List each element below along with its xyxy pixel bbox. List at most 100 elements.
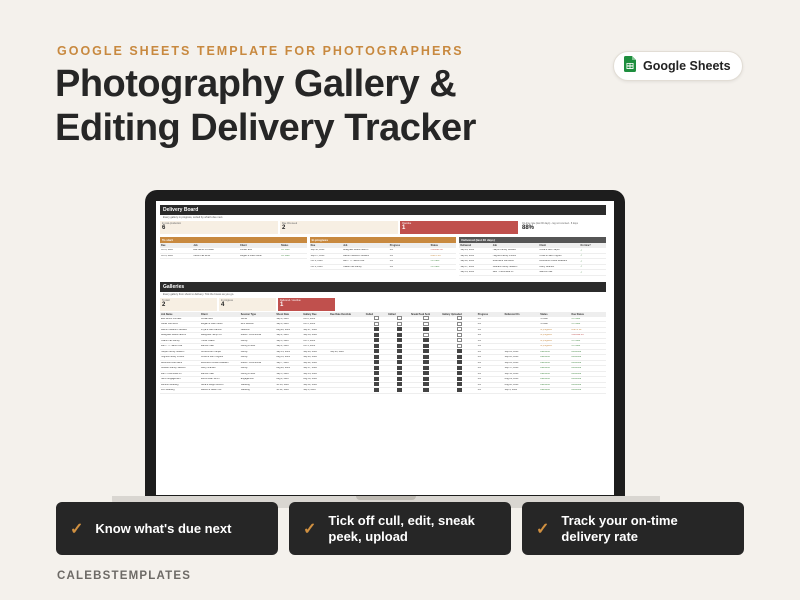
checkbox[interactable] [396,316,402,321]
checkbox[interactable] [456,376,463,381]
checkbox[interactable] [423,382,429,387]
checkbox[interactable] [423,365,429,370]
checkbox[interactable] [396,343,402,348]
panel-cell: Oct 6, 2026 [161,254,173,257]
panel-cell: ✓ [580,271,583,274]
checkbox[interactable] [373,360,380,365]
column-header: Delivered On [504,312,520,316]
panel-cell: Sep 14, 2026 [460,271,475,274]
checkbox[interactable] [373,321,380,326]
laptop-notch [356,496,416,500]
checkbox[interactable] [396,327,402,332]
checkbox[interactable] [456,354,463,359]
gallery-cell: Iden - 77 Harbor Ave [161,345,183,348]
checkbox[interactable] [396,349,402,354]
checkbox[interactable] [423,332,429,337]
check-icon: ✓ [536,520,550,538]
checkbox[interactable] [456,371,463,376]
checkbox-cell [365,387,388,393]
checkbox[interactable] [423,376,429,381]
checkbox-cell [441,332,477,338]
checkbox[interactable] [396,387,402,392]
kpi-value: 6 [162,225,166,231]
checkbox-cell [441,321,477,327]
checkbox-cell [387,321,410,327]
checkbox[interactable] [396,376,402,381]
panel-cell: Sep 22, 2026 [460,260,475,263]
checkbox[interactable] [373,354,380,359]
checkbox[interactable] [373,349,380,354]
checkbox[interactable] [373,376,380,381]
gallery-cell: In progress [540,328,552,331]
gallery-cell: In progress [540,334,552,337]
checkbox[interactable] [423,338,429,343]
checkbox[interactable] [456,332,463,337]
gallery-cell: Aug 9, 2026 [276,378,289,381]
checkbox[interactable] [456,321,463,326]
checkbox[interactable] [396,360,402,365]
checkbox[interactable] [456,343,463,348]
checkbox[interactable] [456,327,463,332]
checkbox[interactable] [396,332,402,337]
column-header: Status [540,312,548,316]
checkbox[interactable] [373,387,380,392]
checkbox[interactable] [456,338,463,343]
checkbox-cell [365,382,388,387]
checkbox[interactable] [396,371,402,376]
checkbox[interactable] [373,343,380,348]
column-header: Session Type [240,312,256,316]
panel-cell: Overdue 4d [430,249,443,252]
column-header: Edited [388,312,396,316]
checkbox[interactable] [423,321,429,326]
checkbox[interactable] [396,354,402,359]
checkbox[interactable] [423,360,429,365]
checkbox[interactable] [456,387,463,392]
gallery-cell: Sep 27, 2026 [303,328,317,331]
checkbox[interactable] [396,321,402,326]
checkbox[interactable] [456,382,463,387]
gallery-cell: Olivia & Ben Harper [200,350,222,353]
checkbox[interactable] [396,365,402,370]
checkbox-cell [441,327,477,332]
checkbox-cell [365,354,388,360]
galleries-subtitle: Every gallery from shoot to delivery. Ti… [163,292,235,296]
checkbox[interactable] [373,365,380,370]
checkbox[interactable] [456,365,463,370]
gallery-cell: Sep 14, 2026 [303,372,317,375]
checkbox[interactable] [373,332,380,337]
gallery-cell: Oct 8, 2026 [303,317,316,320]
checkbox[interactable] [373,382,380,387]
column-header: Job Name [161,312,173,316]
checkbox[interactable] [396,382,402,387]
checkbox[interactable] [423,371,429,376]
checkbox[interactable] [456,316,463,321]
gallery-cell: On track [571,323,581,326]
checkbox[interactable] [423,349,429,354]
panel-cell: Harper Family Session [492,249,516,252]
column-header: Sneak Peek Sent [410,312,431,316]
checkbox[interactable] [423,387,429,392]
gallery-cell: Delivered [571,378,582,381]
checkbox[interactable] [456,360,463,365]
checkbox[interactable] [373,327,380,332]
checkbox[interactable] [373,338,380,343]
checkbox[interactable] [423,343,429,348]
panel-cell: Ella Senior Portraits [193,249,214,252]
gallery-cell: Family [240,367,248,370]
kpi-card: In progress 4 [219,297,276,311]
feature-text: Tick off cull, edit, sneak peek, upload [328,512,475,544]
checkbox[interactable] [396,338,402,343]
checkbox[interactable] [423,354,429,359]
gallery-cell: Engagement [240,378,254,381]
column-header: Client [240,244,247,247]
checkbox-cell [365,343,388,349]
board-panel: In progress Due Job Progress Status Sep 18, 2… [309,237,457,276]
checkbox-cell [387,376,410,382]
checkbox[interactable] [373,371,380,376]
checkbox[interactable] [423,327,429,332]
checkbox[interactable] [456,349,463,354]
panel-cell: 3/4 [389,260,393,263]
gallery-cell: Chloe & Sam Hughes [200,356,223,359]
checkbox[interactable] [423,316,429,321]
checkbox[interactable] [373,316,380,321]
